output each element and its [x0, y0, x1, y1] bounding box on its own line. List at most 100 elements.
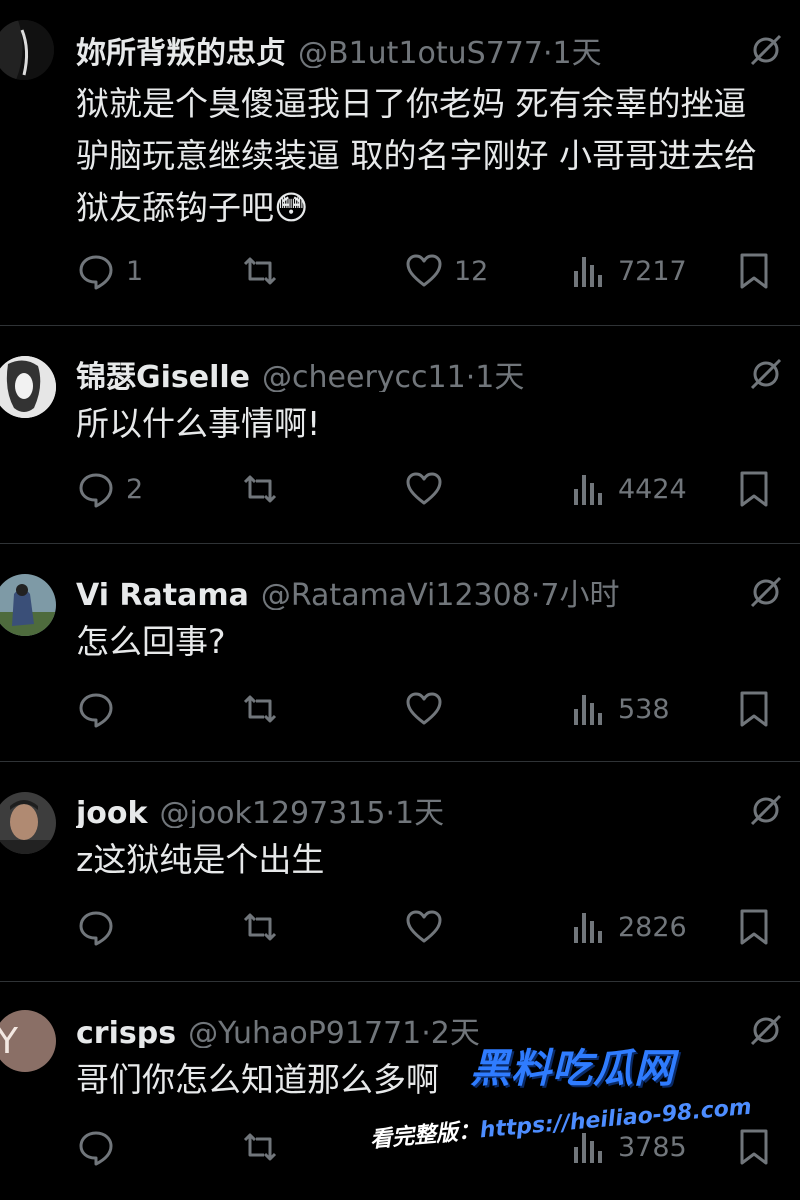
- post-text-line: 狱友舔钩子吧😳: [76, 188, 309, 227]
- display-name[interactable]: crisps: [76, 1016, 176, 1048]
- grok-icon[interactable]: [746, 572, 786, 612]
- action-bar: 1 12 7217: [0, 246, 800, 296]
- bookmark-button[interactable]: [734, 684, 774, 734]
- bookmark-icon: [740, 909, 768, 945]
- like-button[interactable]: [404, 464, 454, 514]
- reply-button[interactable]: [76, 1122, 126, 1172]
- post-text: z这狱纯是个出生: [76, 834, 800, 886]
- reply-count: 1: [126, 255, 144, 287]
- retweet-button[interactable]: [240, 464, 290, 514]
- reply-button[interactable]: 2: [76, 464, 143, 514]
- view-count: 7217: [618, 255, 687, 287]
- views-icon: [574, 913, 602, 943]
- reply-count: 2: [126, 473, 144, 505]
- post-header: 妳所背叛的忠贞 @B1ut1otuS777 · 1天: [76, 28, 800, 68]
- bookmark-button[interactable]: [734, 902, 774, 952]
- username[interactable]: @YuhaoP91771: [188, 1016, 421, 1048]
- reply-post[interactable]: Vi Ratama @RatamaVi12308 · 7小时 怎么回事? 538: [0, 544, 800, 762]
- grok-icon[interactable]: [746, 790, 786, 830]
- timestamp[interactable]: 7小时: [540, 570, 619, 610]
- avatar[interactable]: [0, 574, 56, 636]
- view-count: 538: [618, 693, 670, 725]
- username[interactable]: @B1ut1otuS777: [298, 36, 543, 68]
- reply-button[interactable]: 1: [76, 246, 143, 296]
- display-name[interactable]: 锦瑟Giselle: [76, 352, 250, 392]
- reply-icon: [79, 473, 113, 508]
- retweet-button[interactable]: [240, 902, 290, 952]
- grok-icon[interactable]: [746, 1010, 786, 1050]
- reply-post[interactable]: 锦瑟Giselle @cheerycc11 · 1天 所以什么事情啊! 2 44…: [0, 326, 800, 544]
- views-button[interactable]: 2826: [568, 902, 687, 952]
- bookmark-button[interactable]: [734, 464, 774, 514]
- post-text: 所以什么事情啊!: [76, 398, 800, 450]
- reply-post[interactable]: jook @jook1297315 · 1天 z这狱纯是个出生 2826: [0, 762, 800, 982]
- post-text-line: 所以什么事情啊!: [76, 404, 321, 443]
- retweet-button[interactable]: [240, 684, 290, 734]
- retweet-button[interactable]: [240, 246, 290, 296]
- bookmark-icon: [740, 691, 768, 727]
- avatar-letter: Y: [0, 1020, 18, 1062]
- like-button[interactable]: 12: [404, 246, 488, 296]
- like-button[interactable]: [404, 902, 454, 952]
- timestamp[interactable]: 1天: [395, 788, 444, 828]
- bookmark-button[interactable]: [734, 246, 774, 296]
- post-text: 狱就是个臭傻逼我日了你老妈 死有余辜的挫逼 驴脑玩意继续装逼 取的名字刚好 小哥…: [76, 78, 800, 234]
- bookmark-icon: [740, 471, 768, 507]
- like-count: 12: [454, 255, 489, 287]
- display-name[interactable]: jook: [76, 796, 147, 828]
- views-icon: [574, 695, 602, 725]
- views-icon: [574, 475, 602, 505]
- watermark-title: 黑料吃瓜网: [470, 1046, 675, 1092]
- heart-icon: [406, 692, 442, 725]
- separator-dot: ·: [465, 360, 476, 392]
- avatar[interactable]: [0, 792, 56, 854]
- grok-icon[interactable]: [746, 30, 786, 70]
- heart-icon: [406, 254, 442, 287]
- views-button[interactable]: 538: [568, 684, 670, 734]
- action-bar: 2 4424: [0, 464, 800, 514]
- retweet-icon: [243, 695, 277, 723]
- username[interactable]: @RatamaVi12308: [261, 578, 531, 610]
- reply-button[interactable]: [76, 684, 126, 734]
- username[interactable]: @cheerycc11: [262, 360, 466, 392]
- post-text-line: 怎么回事?: [76, 622, 226, 661]
- timestamp[interactable]: 1天: [475, 352, 524, 392]
- heart-icon: [406, 472, 442, 505]
- views-button[interactable]: 7217: [568, 246, 687, 296]
- separator-dot: ·: [530, 578, 541, 610]
- timestamp[interactable]: 1天: [553, 28, 602, 68]
- reply-icon: [79, 693, 113, 728]
- action-bar: 2826: [0, 902, 800, 952]
- reply-post[interactable]: 妳所背叛的忠贞 @B1ut1otuS777 · 1天 狱就是个臭傻逼我日了你老妈…: [0, 0, 800, 326]
- reply-icon: [79, 1131, 113, 1166]
- avatar[interactable]: Y: [0, 1010, 56, 1072]
- display-name[interactable]: 妳所背叛的忠贞: [76, 28, 286, 68]
- post-text-line: 驴脑玩意继续装逼 取的名字刚好 小哥哥进去给: [76, 136, 757, 175]
- bookmark-icon: [740, 253, 768, 289]
- post-text-line: z这狱纯是个出生: [76, 840, 325, 879]
- like-button[interactable]: [404, 684, 454, 734]
- avatar[interactable]: [0, 20, 54, 80]
- bookmark-icon: [740, 1129, 768, 1165]
- separator-dot: ·: [385, 796, 396, 828]
- username[interactable]: @jook1297315: [159, 796, 385, 828]
- reply-icon: [79, 255, 113, 290]
- views-icon: [574, 257, 602, 287]
- display-name[interactable]: Vi Ratama: [76, 578, 249, 610]
- reply-button[interactable]: [76, 902, 126, 952]
- view-count: 3785: [618, 1131, 687, 1163]
- grok-icon[interactable]: [746, 354, 786, 394]
- post-header: jook @jook1297315 · 1天: [76, 788, 800, 828]
- view-count: 4424: [618, 473, 687, 505]
- post-text: 怎么回事?: [76, 616, 800, 668]
- post-text-line: 狱就是个臭傻逼我日了你老妈 死有余辜的挫逼: [76, 84, 747, 123]
- retweet-button[interactable]: [240, 1122, 290, 1172]
- separator-dot: ·: [421, 1016, 431, 1048]
- bookmark-button[interactable]: [734, 1122, 774, 1172]
- avatar[interactable]: [0, 356, 56, 418]
- separator-dot: ·: [542, 36, 553, 68]
- reply-icon: [79, 911, 113, 946]
- heart-icon: [406, 910, 442, 943]
- reply-post[interactable]: Y crisps @YuhaoP91771 · 2天 哥们你怎么知道那么多啊 3…: [0, 982, 800, 1200]
- views-button[interactable]: 4424: [568, 464, 687, 514]
